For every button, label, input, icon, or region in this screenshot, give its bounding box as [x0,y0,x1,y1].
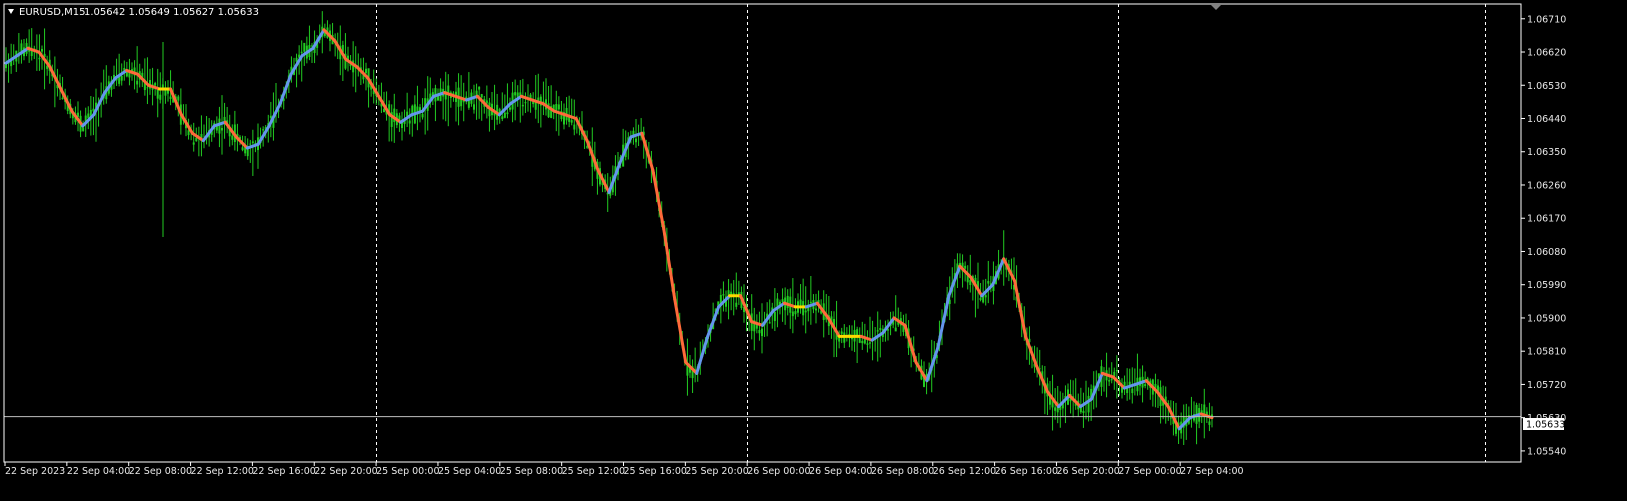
price-tick-label: 1.05810 [1527,347,1566,358]
price-chart[interactable]: EURUSD,M15 1.05642 1.05649 1.05627 1.056… [0,0,1627,501]
price-tick-label: 1.06710 [1527,14,1566,25]
ma-segment [464,94,479,102]
price-tick-label: 1.05540 [1527,446,1566,457]
ma-segment [125,68,140,76]
ma-segment [1122,382,1137,390]
price-tick-label: 1.06440 [1527,114,1566,125]
time-tick-label: 25 Sep 12:00 [562,466,625,477]
time-tick-label: 25 Sep 20:00 [685,466,748,477]
ma-segment [245,142,260,150]
time-tick-label: 22 Sep 08:00 [129,466,192,477]
ma-segment [410,109,425,117]
time-tick-label: 27 Sep 04:00 [1180,466,1243,477]
ma-segment [651,168,666,231]
candles [5,11,1213,445]
price-tick-label: 1.06350 [1527,147,1566,158]
ma-segment [454,94,468,102]
price-tick-label: 1.05900 [1527,313,1566,324]
current-price-label: 1.05633 [1526,420,1565,431]
time-tick-label: 22 Sep 20:00 [314,466,377,477]
moving-average-line [4,28,1214,431]
plot-frame [3,3,1522,463]
price-tick-label: 1.05720 [1527,380,1566,391]
ma-segment [1199,412,1214,420]
time-tick-label: 22 Sep 16:00 [252,466,315,477]
ma-segment [695,334,710,375]
price-tick-label: 1.06170 [1527,214,1566,225]
ma-segment [750,320,764,327]
ma-segment [212,120,227,128]
ma-segment [673,297,688,364]
price-tick-label: 1.06620 [1527,48,1566,59]
time-tick-label: 25 Sep 04:00 [438,466,501,477]
time-tick-label: 26 Sep 04:00 [809,466,872,477]
ma-segment [903,323,918,364]
price-tick-label: 1.05990 [1527,280,1566,291]
time-tick-label: 26 Sep 12:00 [933,466,996,477]
time-tick-label: 22 Sep 2023 [5,466,65,477]
ma-segment [256,124,271,146]
ma-segment [739,294,754,324]
symbol-label: EURUSD,M15 [19,7,85,18]
day-separators [376,4,1486,462]
time-tick-label: 26 Sep 16:00 [995,466,1058,477]
ohlc-readout: 1.05642 1.05649 1.05627 1.05633 [84,7,259,18]
time-tick-label: 25 Sep 16:00 [624,466,687,477]
time-tick-label: 25 Sep 00:00 [376,466,439,477]
chevron-down-icon[interactable] [8,9,14,14]
price-axis: 1.06710 1.06620 1.06530 1.06440 1.06350 1.062… [1521,14,1566,457]
time-tick-label: 25 Sep 08:00 [500,466,563,477]
ma-segment [662,227,677,301]
time-tick-label: 26 Sep 08:00 [871,466,934,477]
ma-segment [168,87,183,117]
time-tick-label: 26 Sep 20:00 [1056,466,1119,477]
ma-segment [925,346,940,383]
time-tick-label: 26 Sep 00:00 [747,466,810,477]
ma-segment [278,72,293,106]
time-tick-label: 27 Sep 00:00 [1118,466,1181,477]
price-tick-label: 1.06530 [1527,81,1566,92]
time-tick-label: 22 Sep 12:00 [191,466,254,477]
time-tick-label: 22 Sep 04:00 [67,466,130,477]
chart-shift-marker-icon[interactable] [1211,5,1221,10]
time-axis: 22 Sep 2023 22 Sep 04:0022 Sep 08:0022 Se… [4,462,1244,477]
price-tick-label: 1.06080 [1527,247,1566,258]
chart-window[interactable]: EURUSD,M15 1.05642 1.05649 1.05627 1.056… [0,0,1627,501]
ma-segment [947,264,962,298]
price-tick-label: 1.06260 [1527,180,1566,191]
